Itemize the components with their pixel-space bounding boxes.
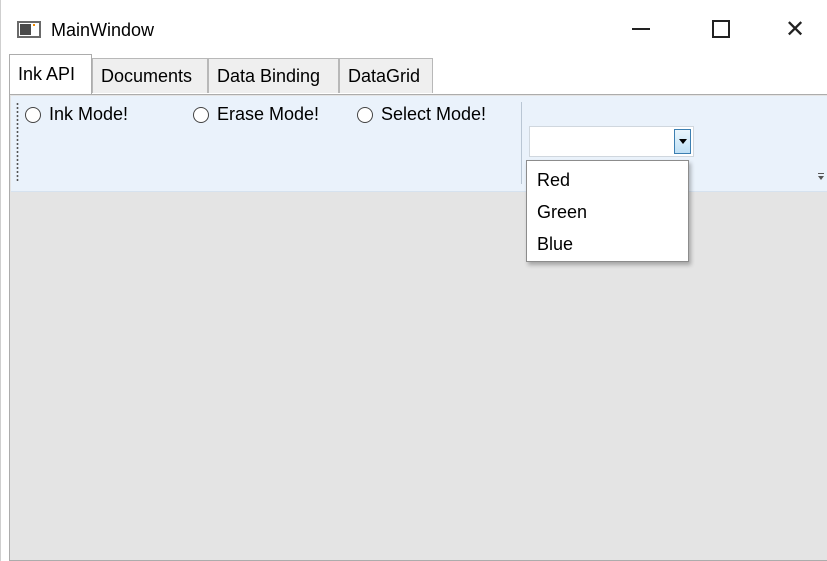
ink-mode-radio[interactable]: Ink Mode! [25, 104, 128, 125]
color-dropdown-list: Red Green Blue [526, 160, 689, 262]
ink-toolbar: Ink Mode! Erase Mode! Select Mode! [11, 96, 827, 192]
dropdown-option-green[interactable]: Green [527, 196, 688, 228]
radio-circle-icon [193, 106, 209, 123]
chevron-down-icon [678, 139, 687, 144]
window-title: MainWindow [51, 20, 155, 40]
ink-mode-label: Ink Mode! [49, 104, 129, 124]
combobox-dropdown-button[interactable] [674, 129, 691, 154]
tab-documents[interactable]: Documents [92, 58, 208, 93]
tab-ink-api[interactable]: Ink API [9, 54, 92, 94]
overflow-arrow-icon [818, 176, 824, 180]
app-icon-pane [20, 24, 31, 35]
title-bar[interactable]: MainWindow ✕ [1, 0, 827, 58]
close-button[interactable]: ✕ [763, 0, 827, 58]
ink-api-tab-panel: Ink Mode! Erase Mode! Select Mode! [9, 94, 827, 561]
select-mode-label: Select Mode! [381, 104, 487, 124]
radio-circle-icon [357, 106, 373, 123]
app-window-icon[interactable] [17, 21, 41, 38]
erase-mode-radio[interactable]: Erase Mode! [193, 104, 319, 125]
maximize-button[interactable] [689, 0, 753, 58]
overflow-line-icon [818, 173, 824, 174]
close-icon: ✕ [784, 15, 806, 43]
minimize-button[interactable] [609, 0, 673, 58]
toolbar-separator [521, 102, 522, 184]
dropdown-option-blue[interactable]: Blue [527, 228, 688, 260]
maximize-icon [712, 20, 730, 38]
dropdown-option-red[interactable]: Red [527, 164, 688, 196]
tab-strip: Ink API Documents Data Binding DataGrid [1, 54, 827, 95]
tab-data-binding[interactable]: Data Binding [208, 58, 339, 93]
color-combobox[interactable] [529, 126, 694, 157]
main-window: MainWindow ✕ Ink API Documents Data Bind… [0, 0, 827, 561]
erase-mode-label: Erase Mode! [217, 104, 320, 124]
minimize-icon [632, 28, 650, 30]
radio-circle-icon [25, 106, 41, 123]
tab-datagrid[interactable]: DataGrid [339, 58, 433, 93]
app-icon-dot [33, 24, 35, 26]
select-mode-radio[interactable]: Select Mode! [357, 104, 486, 125]
toolbar-grip-handle[interactable] [16, 102, 19, 182]
toolbar-overflow-button[interactable] [816, 170, 826, 182]
